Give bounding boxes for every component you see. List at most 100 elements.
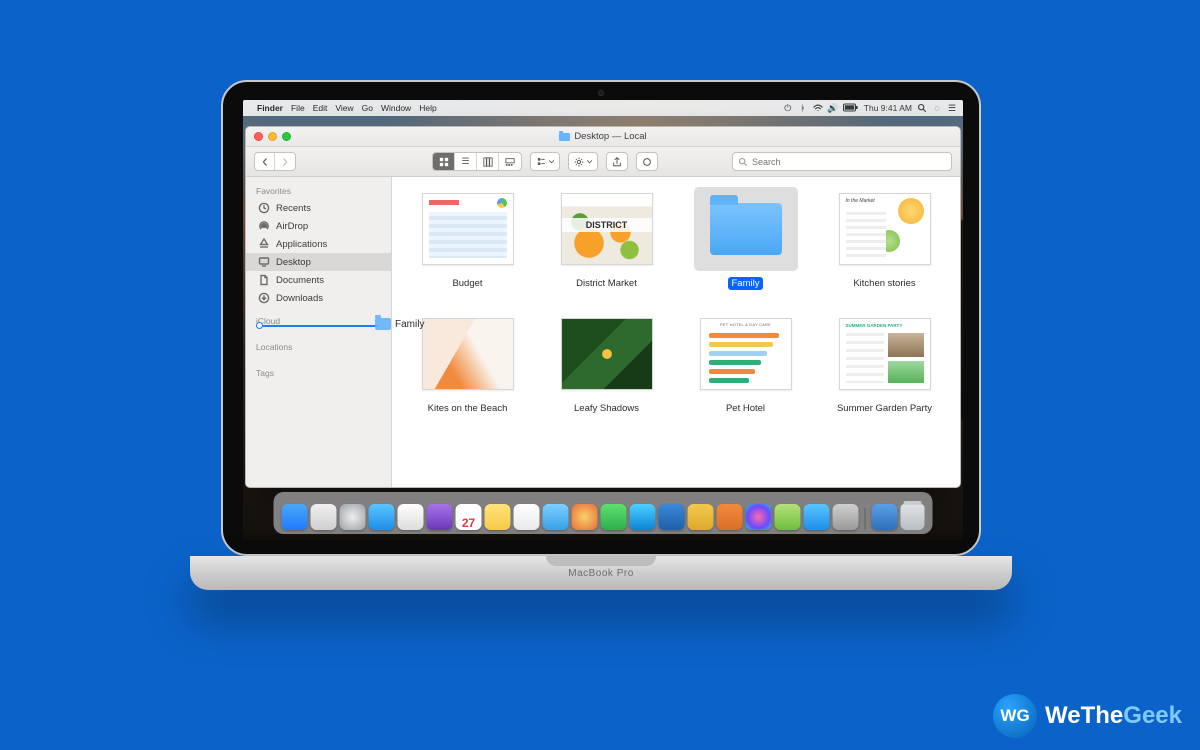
view-column-button[interactable] xyxy=(477,153,499,170)
sidebar-item-downloads[interactable]: Downloads xyxy=(246,289,391,307)
file-label: Family xyxy=(728,277,764,290)
menu-window[interactable]: Window xyxy=(381,103,411,113)
finder-sidebar: Favorites Recents AirDrop Applications xyxy=(246,177,392,487)
dock-mail[interactable] xyxy=(398,504,424,530)
sidebar-item-documents[interactable]: Documents xyxy=(246,271,391,289)
file-item-selected[interactable]: Family xyxy=(684,187,807,290)
dock-ibooks[interactable] xyxy=(775,504,801,530)
download-icon xyxy=(258,292,270,304)
dock-safari[interactable] xyxy=(369,504,395,530)
view-icon-button[interactable] xyxy=(433,153,455,170)
sidebar-heading-locations: Locations xyxy=(246,339,391,355)
group-by-button[interactable] xyxy=(531,153,559,170)
menu-help[interactable]: Help xyxy=(419,103,436,113)
dock-facetime[interactable] xyxy=(630,504,656,530)
file-thumbnail xyxy=(839,318,931,390)
menu-view[interactable]: View xyxy=(335,103,353,113)
file-label: Summer Garden Party xyxy=(833,402,936,415)
dock-reminders[interactable] xyxy=(514,504,540,530)
file-item[interactable]: District Market xyxy=(545,187,668,290)
dock-trash[interactable] xyxy=(901,504,925,530)
status-volume-icon[interactable]: 🔊 xyxy=(828,103,838,113)
dock-photos[interactable] xyxy=(572,504,598,530)
nav-forward-button[interactable] xyxy=(275,153,295,170)
finder-window: Desktop — Local xyxy=(245,126,961,488)
chevron-down-icon xyxy=(587,160,592,164)
file-label: Kitchen stories xyxy=(849,277,919,290)
status-power-icon[interactable]: ⏻ xyxy=(783,103,793,113)
menu-file[interactable]: File xyxy=(291,103,305,113)
window-close-button[interactable] xyxy=(254,132,263,141)
sidebar-item-label: Recents xyxy=(276,203,311,214)
menubar-app-name[interactable]: Finder xyxy=(257,103,283,113)
trackpad-notch xyxy=(546,556,656,566)
dock-preferences[interactable] xyxy=(833,504,859,530)
dock-finder[interactable] xyxy=(282,504,308,530)
dock-numbers[interactable] xyxy=(688,504,714,530)
view-gallery-button[interactable] xyxy=(499,153,521,170)
view-list-button[interactable]: ☰ xyxy=(455,153,477,170)
status-siri-icon[interactable]: ◌ xyxy=(932,103,942,113)
dock-pages[interactable] xyxy=(659,504,685,530)
nav-back-button[interactable] xyxy=(255,153,275,170)
camera-dot xyxy=(598,90,604,96)
drag-ghost-label: Family xyxy=(395,319,424,330)
file-thumbnail xyxy=(422,193,514,265)
file-thumbnail xyxy=(561,193,653,265)
drag-insert-dot xyxy=(256,322,263,329)
status-spotlight-icon[interactable] xyxy=(917,103,927,113)
status-bluetooth-icon[interactable]: ᚼ xyxy=(798,103,808,113)
dock-messages[interactable] xyxy=(601,504,627,530)
search-input[interactable] xyxy=(752,157,946,167)
status-clock[interactable]: Thu 9:41 AM xyxy=(864,103,912,113)
wethegeek-watermark: WG WeTheGeek xyxy=(993,694,1182,738)
window-minimize-button[interactable] xyxy=(268,132,277,141)
search-field[interactable] xyxy=(732,152,952,171)
share-button[interactable] xyxy=(606,152,628,171)
file-item[interactable]: Kitchen stories xyxy=(823,187,946,290)
file-item[interactable]: Budget xyxy=(406,187,529,290)
file-item[interactable]: Leafy Shadows xyxy=(545,312,668,415)
dock-keynote[interactable] xyxy=(717,504,743,530)
file-item[interactable]: Pet Hotel xyxy=(684,312,807,415)
menu-go[interactable]: Go xyxy=(362,103,373,113)
finder-content: Budget District Market Family xyxy=(392,177,960,487)
dock-downloads-stack[interactable] xyxy=(872,504,898,530)
status-wifi-icon[interactable] xyxy=(813,103,823,113)
file-label: District Market xyxy=(572,277,641,290)
desktop-icon xyxy=(258,256,270,268)
window-titlebar[interactable]: Desktop — Local xyxy=(246,127,960,147)
file-item[interactable]: Summer Garden Party xyxy=(823,312,946,415)
menu-edit[interactable]: Edit xyxy=(313,103,328,113)
macos-dock: 27 xyxy=(274,492,933,534)
file-thumbnail xyxy=(422,318,514,390)
dock-maps[interactable] xyxy=(543,504,569,530)
dock-separator xyxy=(865,508,866,530)
dock-launchpad[interactable] xyxy=(340,504,366,530)
window-title-folder: Desktop xyxy=(574,131,609,142)
sidebar-item-label: Downloads xyxy=(276,293,323,304)
sidebar-item-label: Documents xyxy=(276,275,324,286)
group-by-segment xyxy=(530,152,560,171)
status-battery-icon[interactable] xyxy=(843,103,859,113)
dock-contacts[interactable] xyxy=(427,504,453,530)
file-thumbnail xyxy=(561,318,653,390)
action-menu-button[interactable] xyxy=(568,152,598,171)
tag-icon xyxy=(642,157,652,167)
dock-appstore[interactable] xyxy=(804,504,830,530)
tags-button[interactable] xyxy=(636,152,658,171)
gear-icon xyxy=(574,157,584,167)
sidebar-item-recents[interactable]: Recents xyxy=(246,199,391,217)
sidebar-item-airdrop[interactable]: AirDrop xyxy=(246,217,391,235)
dock-siri[interactable] xyxy=(311,504,337,530)
sidebar-item-label: Desktop xyxy=(276,257,311,268)
sidebar-item-applications[interactable]: Applications xyxy=(246,235,391,253)
dock-itunes[interactable] xyxy=(746,504,772,530)
clock-icon xyxy=(258,202,270,214)
view-mode-segment: ☰ xyxy=(432,152,522,171)
dock-notes[interactable] xyxy=(485,504,511,530)
sidebar-item-desktop[interactable]: Desktop xyxy=(246,253,391,271)
dock-calendar[interactable]: 27 xyxy=(456,504,482,530)
window-fullscreen-button[interactable] xyxy=(282,132,291,141)
status-notifications-icon[interactable]: ☰ xyxy=(947,103,957,113)
